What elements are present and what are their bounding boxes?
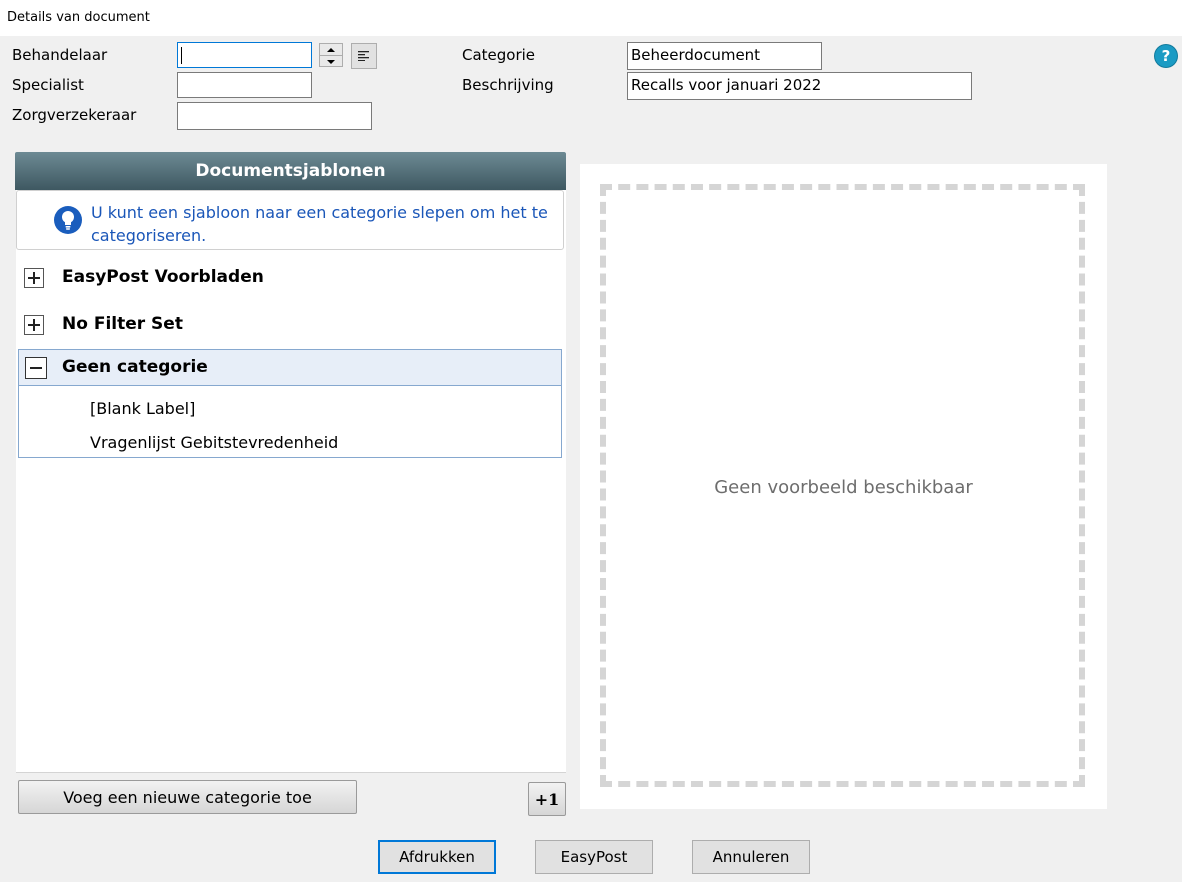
text-caret: [181, 47, 182, 64]
category-header[interactable]: Geen categorie: [19, 350, 561, 386]
specialist-input[interactable]: [177, 72, 312, 98]
categorie-input[interactable]: Beheerdocument: [627, 42, 822, 70]
category-label: EasyPost Voorbladen: [62, 267, 264, 287]
template-item-vragenlijst[interactable]: Vragenlijst Gebitstevredenheid: [90, 433, 338, 452]
behandelaar-input[interactable]: [177, 42, 312, 68]
hint-text: U kunt een sjabloon naar een categorie s…: [91, 203, 548, 245]
templates-header: Documentsjablonen: [15, 152, 566, 190]
category-no-filter-set[interactable]: No Filter Set: [16, 306, 566, 342]
category-label: Geen categorie: [62, 357, 208, 377]
behandelaar-label: Behandelaar: [12, 46, 108, 64]
category-easypost-voorbladen[interactable]: EasyPost Voorbladen: [16, 259, 566, 295]
lightbulb-icon: [54, 206, 82, 234]
window-title: Details van document: [7, 10, 150, 25]
beschrijving-label: Beschrijving: [462, 76, 554, 94]
zorgverzekeraar-label: Zorgverzekeraar: [12, 106, 137, 124]
category-geen-categorie: Geen categorie [Blank Label] Vragenlijst…: [18, 349, 562, 458]
hint-box: U kunt een sjabloon naar een categorie s…: [16, 190, 564, 250]
behandelaar-spinner[interactable]: [319, 43, 343, 67]
add-category-button[interactable]: Voeg een nieuwe categorie toe: [18, 780, 357, 814]
list-select-button[interactable]: [351, 43, 377, 69]
preview-area: Geen voorbeeld beschikbaar: [580, 164, 1107, 809]
align-left-icon: [358, 51, 369, 61]
category-label: No Filter Set: [62, 314, 183, 334]
preview-message: Geen voorbeeld beschikbaar: [714, 477, 973, 498]
templates-panel: Documentsjablonen U kunt een sjabloon na…: [15, 152, 566, 773]
plus-one-button[interactable]: +1: [528, 782, 566, 816]
easypost-button[interactable]: EasyPost: [535, 840, 653, 874]
expand-icon[interactable]: [24, 268, 44, 288]
specialist-label: Specialist: [12, 76, 84, 94]
help-icon[interactable]: ?: [1155, 45, 1177, 67]
collapse-icon[interactable]: [25, 357, 47, 379]
beschrijving-input[interactable]: Recalls voor januari 2022: [627, 72, 972, 100]
divider: [16, 772, 566, 773]
categorie-label: Categorie: [462, 46, 536, 64]
spinner-down-button[interactable]: [320, 55, 342, 67]
template-item-blank-label[interactable]: [Blank Label]: [90, 399, 195, 418]
cancel-button[interactable]: Annuleren: [692, 840, 810, 874]
spinner-up-button[interactable]: [320, 44, 342, 55]
zorgverzekeraar-input[interactable]: [177, 102, 372, 130]
print-button[interactable]: Afdrukken: [378, 840, 496, 874]
title-bar: Details van document: [0, 0, 1182, 36]
expand-icon[interactable]: [24, 315, 44, 335]
